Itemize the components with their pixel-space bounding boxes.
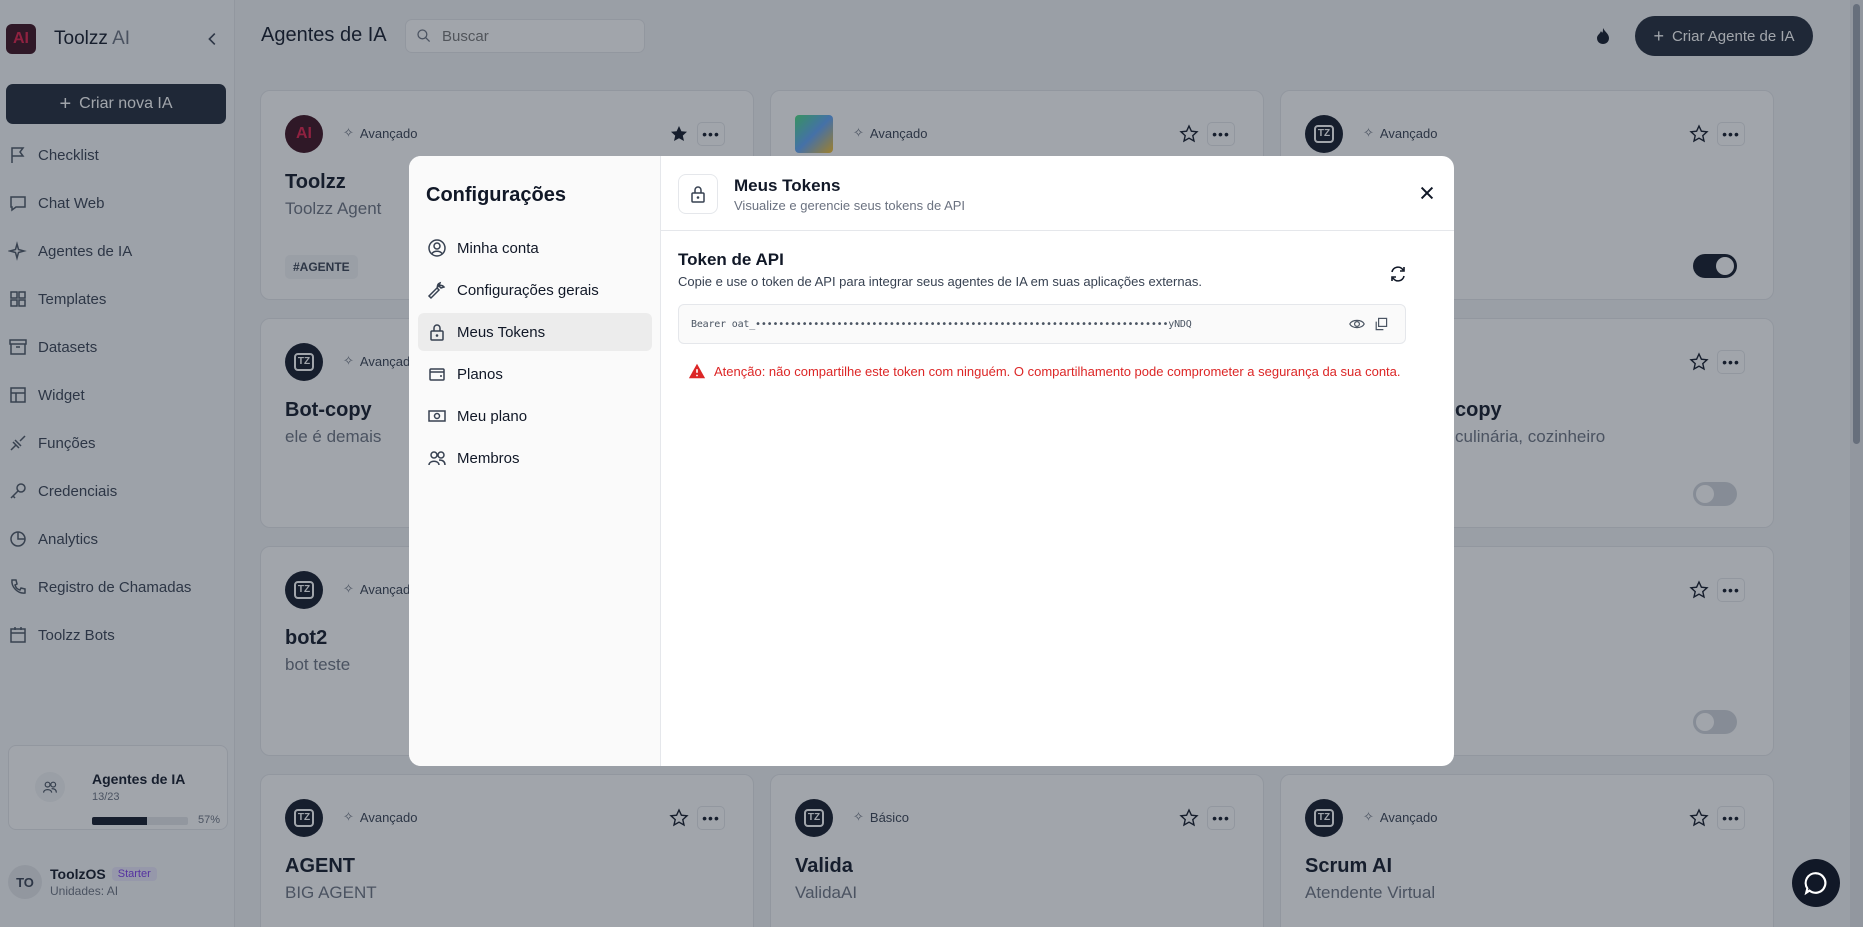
settings-item-configuracoes-gerais[interactable]: Configurações gerais (418, 271, 652, 309)
section-title: Token de API (678, 250, 784, 269)
eye-icon[interactable] (1349, 316, 1365, 332)
section-description: Copie e use o token de API para integrar… (678, 274, 1202, 289)
settings-sidebar: Configurações Minha conta Configurações … (409, 156, 661, 766)
user-circle-icon (427, 238, 447, 258)
api-token-field[interactable]: Bearer oat_•••••••••••••••••••••••••••••… (678, 304, 1406, 344)
warning-text: Atenção: não compartilhe este token com … (714, 363, 1401, 379)
wallet-icon (427, 364, 447, 384)
money-icon (427, 406, 447, 426)
lock-icon (427, 322, 447, 342)
settings-item-label: Minha conta (457, 239, 539, 257)
settings-item-label: Planos (457, 365, 503, 383)
modal-title: Meus Tokens (734, 176, 841, 195)
settings-modal: Configurações Minha conta Configurações … (409, 156, 1454, 766)
wrench-icon (427, 280, 447, 300)
settings-item-meu-plano[interactable]: Meu plano (418, 397, 652, 435)
copy-icon[interactable] (1373, 316, 1389, 332)
modal-subtitle: Visualize e gerencie seus tokens de API (734, 198, 966, 213)
settings-title: Configurações (426, 184, 567, 206)
close-icon[interactable] (1418, 184, 1436, 202)
settings-item-label: Meu plano (457, 407, 528, 425)
settings-content: Meus Tokens Visualize e gerencie seus to… (661, 156, 1454, 766)
settings-item-planos[interactable]: Planos (418, 355, 652, 393)
chat-support-button[interactable] (1792, 859, 1840, 907)
settings-item-label: Configurações gerais (457, 281, 599, 299)
warning-icon (688, 362, 706, 380)
settings-item-minha-conta[interactable]: Minha conta (418, 229, 652, 267)
api-token-value: Bearer oat_•••••••••••••••••••••••••••••… (691, 319, 1192, 330)
modal-header: Meus Tokens Visualize e gerencie seus to… (661, 156, 1454, 231)
settings-item-membros[interactable]: Membros (418, 439, 652, 477)
refresh-icon[interactable] (1388, 264, 1408, 284)
security-warning: Atenção: não compartilhe este token com … (688, 362, 1401, 380)
lock-icon (678, 174, 718, 214)
settings-item-label: Meus Tokens (457, 323, 546, 341)
settings-item-meus-tokens[interactable]: Meus Tokens (418, 313, 652, 351)
settings-menu: Minha conta Configurações gerais Meus To… (418, 229, 652, 481)
chat-bubble-icon (1803, 870, 1829, 896)
settings-item-label: Membros (457, 449, 520, 467)
users-icon (427, 448, 447, 468)
